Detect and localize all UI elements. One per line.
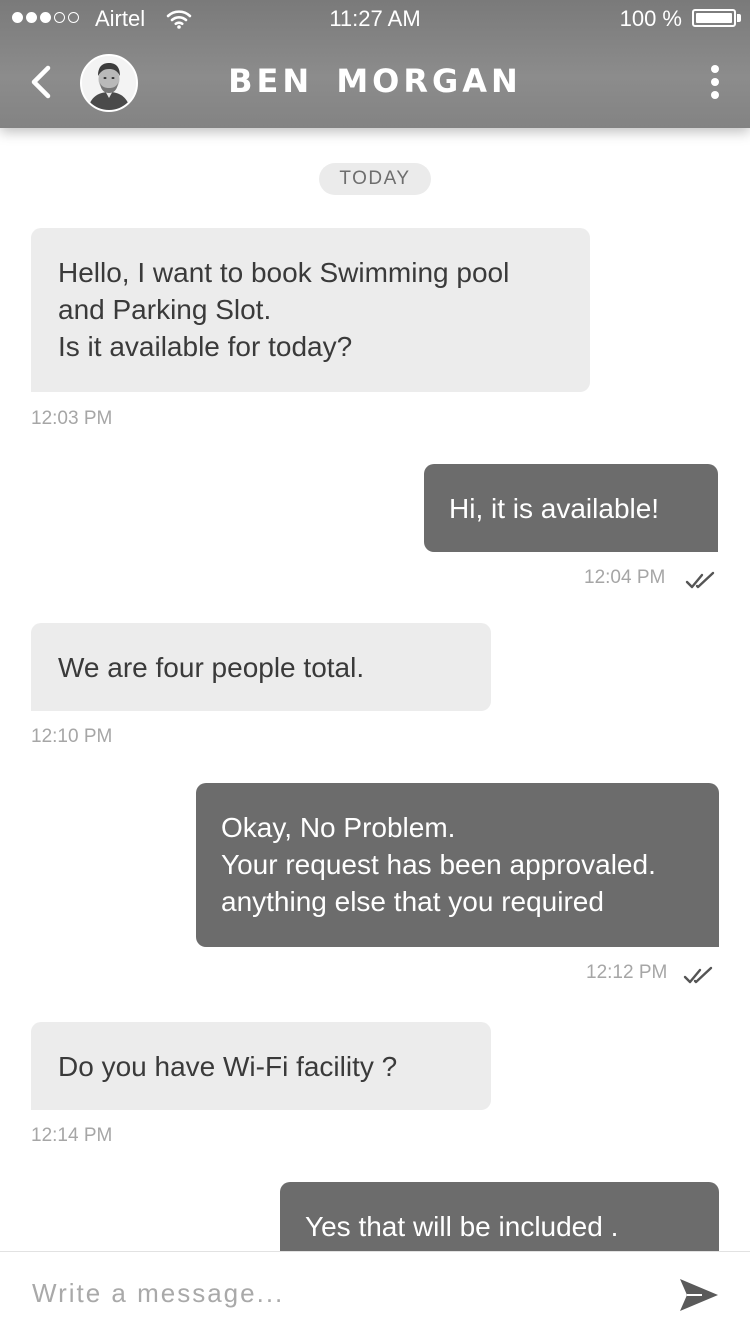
message-composer — [0, 1251, 750, 1334]
battery-tip — [737, 14, 741, 22]
chat-screen: Airtel 11:27 AM 100 % BEN MORGAN TODAY H… — [0, 0, 750, 1334]
incoming-message[interactable]: Hello, I want to book Swimming pool and … — [31, 228, 590, 392]
outgoing-message[interactable]: Hi, it is available! — [424, 464, 718, 552]
battery-percentage: 100 % — [619, 6, 682, 31]
incoming-message[interactable]: We are four people total. — [31, 623, 491, 711]
incoming-message[interactable]: Do you have Wi-Fi facility ? — [31, 1022, 491, 1110]
send-icon[interactable] — [678, 1276, 720, 1314]
message-timestamp: 12:03 PM — [31, 408, 113, 429]
message-timestamp: 12:14 PM — [31, 1125, 113, 1146]
date-divider: TODAY — [319, 163, 431, 195]
read-receipt-icon — [685, 571, 715, 589]
message-timestamp: 12:10 PM — [31, 726, 113, 747]
status-bar: Airtel 11:27 AM 100 % — [0, 0, 750, 40]
message-timestamp: 12:04 PM — [584, 567, 666, 588]
read-receipt-icon — [683, 966, 713, 984]
battery-icon — [692, 9, 736, 27]
message-timestamp: 12:12 PM — [586, 962, 668, 983]
chat-header: Airtel 11:27 AM 100 % BEN MORGAN — [0, 0, 750, 128]
more-options-button[interactable] — [702, 62, 728, 102]
message-input[interactable] — [32, 1272, 632, 1314]
outgoing-message[interactable]: Okay, No Problem. Your request has been … — [196, 783, 719, 947]
contact-name[interactable]: BEN MORGAN — [0, 62, 750, 100]
